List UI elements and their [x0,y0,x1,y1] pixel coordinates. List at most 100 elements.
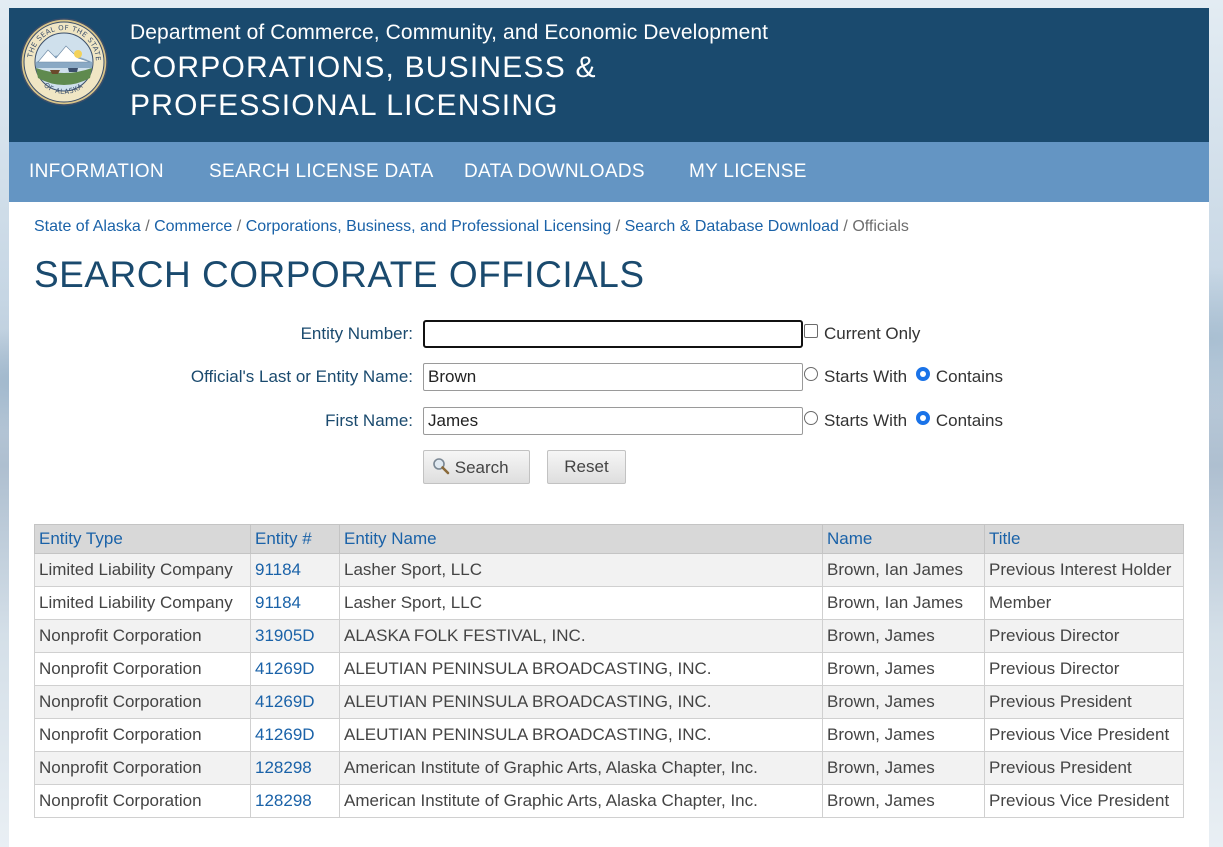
search-button-label: Search [454,457,509,477]
nav-my-license[interactable]: MY LICENSE [689,161,807,183]
cell-entity-name: Lasher Sport, LLC [339,553,823,587]
cell-title: Member [984,586,1184,620]
first-name-label: First Name: [325,411,413,430]
cell-entity-type: Limited Liability Company [34,586,251,620]
reset-button[interactable]: Reset [547,450,626,484]
cell-name: Brown, James [822,652,985,686]
cell-entity-name: American Institute of Graphic Arts, Alas… [339,751,823,785]
cell-entity-number: 41269D [250,685,340,719]
column-header-entity-name[interactable]: Entity Name [339,524,823,554]
cell-name: Brown, Ian James [822,553,985,587]
first-name-input[interactable] [423,407,803,435]
cell-name: Brown, James [822,784,985,818]
breadcrumb-current: Officials [852,218,909,235]
first-name-starts-with-label: Starts With [824,411,908,430]
table-row: Nonprofit Corporation 128298 American Inst… [34,751,1184,785]
breadcrumb-separator: / [145,218,150,235]
cell-title: Previous Director [984,652,1184,686]
cell-title: Previous Vice President [984,784,1184,818]
cell-entity-type: Nonprofit Corporation [34,685,251,719]
column-header-entity-type[interactable]: Entity Type [34,524,251,554]
cell-entity-name: ALEUTIAN PENINSULA BROADCASTING, INC. [339,718,823,752]
nav-data-downloads[interactable]: DATA DOWNLOADS [464,161,645,183]
last-name-match-options: Starts With Contains [804,367,1003,387]
breadcrumb: State of Alaska / Commerce / Corporation… [34,218,909,236]
first-name-contains-label: Contains [935,411,1003,430]
entity-number-link[interactable]: 41269D [255,725,315,744]
table-row: Limited Liability Company 91184 Lasher Spo… [34,553,1184,587]
current-only-option[interactable]: Current Only [804,324,920,344]
cell-name: Brown, James [822,718,985,752]
last-name-starts-with-label: Starts With [824,367,908,386]
entity-number-link[interactable]: 128298 [255,758,312,777]
column-header-title[interactable]: Title [984,524,1184,554]
cell-title: Previous Interest Holder [984,553,1184,587]
division-name[interactable]: CORPORATIONS, BUSINESS & PROFESSIONAL LI… [130,49,850,125]
table-row: Limited Liability Company 91184 Lasher Spo… [34,586,1184,620]
main-nav: INFORMATION SEARCH LICENSE DATA DATA DOW… [9,142,1209,202]
cell-entity-name: Lasher Sport, LLC [339,586,823,620]
page-title: SEARCH CORPORATE OFFICIALS [34,254,645,295]
last-name-contains-radio[interactable] [915,367,930,381]
table-row: Nonprofit Corporation 128298 American Inst… [34,784,1184,818]
cell-entity-number: 128298 [250,784,340,818]
results-table: Entity Type Entity # Entity Name Name Ti… [34,524,1184,818]
column-header-entity-number[interactable]: Entity # [250,524,340,554]
cell-title: Previous Director [984,619,1184,653]
first-name-starts-with-radio[interactable] [804,411,818,425]
current-only-label: Current Only [824,324,921,343]
table-row: Nonprofit Corporation 41269D ALEUTIAN PENI… [34,685,1184,719]
first-name-match-options: Starts With Contains [804,411,1003,431]
cell-title: Previous President [984,751,1184,785]
cell-entity-name: ALASKA FOLK FESTIVAL, INC. [339,619,823,653]
entity-number-link[interactable]: 31905D [255,626,315,645]
last-name-input[interactable] [423,363,803,391]
first-name-contains-radio[interactable] [915,411,930,425]
cell-entity-number: 91184 [250,586,340,620]
site-container: THE SEAL OF THE STATE OF ALASKA Departme… [9,8,1209,847]
cell-entity-type: Nonprofit Corporation [34,619,251,653]
entity-number-link[interactable]: 91184 [255,560,301,579]
breadcrumb-commerce[interactable]: Commerce [154,218,232,235]
breadcrumb-cbpl[interactable]: Corporations, Business, and Professional… [246,218,612,235]
cell-title: Previous President [984,685,1184,719]
cell-entity-type: Nonprofit Corporation [34,784,251,818]
breadcrumb-separator: / [236,218,242,235]
entity-number-link[interactable]: 91184 [255,593,301,612]
cell-name: Brown, James [822,685,985,719]
cell-entity-name: ALEUTIAN PENINSULA BROADCASTING, INC. [339,652,823,686]
last-name-contains-label: Contains [935,367,1003,386]
nav-information[interactable]: INFORMATION [29,161,164,183]
entity-number-link[interactable]: 128298 [255,791,312,810]
table-row: Nonprofit Corporation 31905D ALASKA FOLK F… [34,619,1184,653]
table-row: Nonprofit Corporation 41269D ALEUTIAN PENI… [34,652,1184,686]
entity-number-input[interactable] [423,320,803,348]
breadcrumb-separator: / [615,218,621,235]
cell-entity-name: American Institute of Graphic Arts, Alas… [339,784,823,818]
column-header-name[interactable]: Name [822,524,985,554]
entity-number-label: Entity Number: [300,324,413,343]
breadcrumb-search-database[interactable]: Search & Database Download [625,218,839,235]
last-name-starts-with-radio[interactable] [804,367,818,381]
nav-search-license-data[interactable]: SEARCH LICENSE DATA [209,161,434,183]
last-name-label: Official's Last or Entity Name: [190,367,413,386]
cell-name: Brown, James [822,751,985,785]
current-only-checkbox[interactable] [804,324,818,338]
cell-entity-type: Nonprofit Corporation [34,718,251,752]
cell-name: Brown, James [822,619,985,653]
alaska-state-seal-icon[interactable]: THE SEAL OF THE STATE OF ALASKA [20,18,108,106]
cell-entity-number: 31905D [250,619,340,653]
magnifier-icon [433,457,450,474]
search-button[interactable]: Search [423,450,530,484]
cell-entity-type: Limited Liability Company [34,553,251,587]
breadcrumb-state-of-alaska[interactable]: State of Alaska [34,218,141,235]
site-header: THE SEAL OF THE STATE OF ALASKA Departme… [9,8,1209,142]
cell-name: Brown, Ian James [822,586,985,620]
cell-entity-number: 91184 [250,553,340,587]
department-name: Department of Commerce, Community, and E… [130,21,769,44]
results-body: Limited Liability Company 91184 Lasher Spo… [34,553,1184,818]
entity-number-link[interactable]: 41269D [255,692,315,711]
cell-title: Previous Vice President [984,718,1184,752]
entity-number-link[interactable]: 41269D [255,659,315,678]
cell-entity-type: Nonprofit Corporation [34,751,251,785]
